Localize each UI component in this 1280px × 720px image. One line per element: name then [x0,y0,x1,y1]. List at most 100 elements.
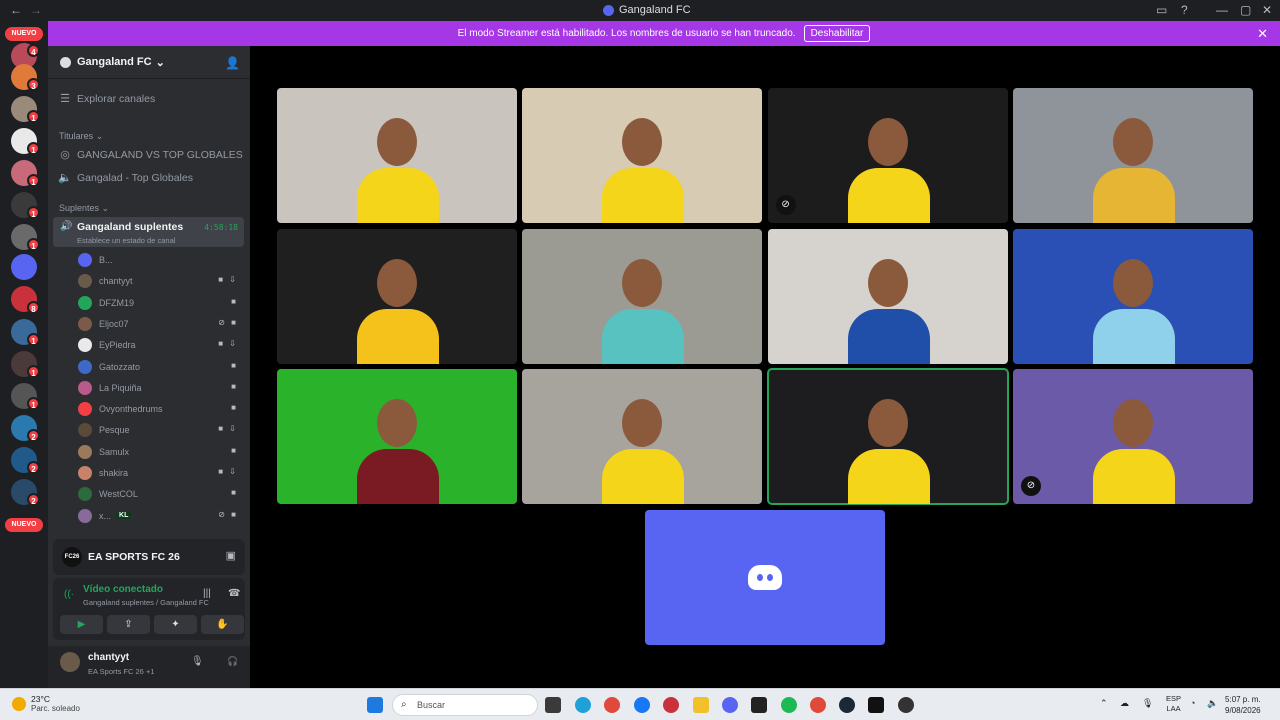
member-name: Ovyonthedrums [99,404,163,415]
member-name: Pesque [99,425,130,436]
spotify-icon[interactable] [781,697,797,713]
channel-label: Gangalad - Top Globales [77,171,193,184]
video-tile[interactable]: ⊘ [1012,369,1253,504]
voice-connection-panel: ((· Vídeo conectado Gangaland suplentes … [53,578,245,640]
voice-member[interactable]: Samulx ■ [78,442,244,462]
voice-member[interactable]: EyPiedra ■ ⇩ [78,335,244,355]
task-view-icon[interactable] [545,697,561,713]
chrome-icon[interactable] [604,697,620,713]
stream-game-icon[interactable]: ▣ [226,549,236,562]
voice-member[interactable]: Pesque ■ ⇩ [78,420,244,440]
channel-label: GANGALAND VS TOP GLOBALES [77,148,243,161]
weather-widget[interactable]: 23°C Parc. soleado [12,694,80,713]
voice-location[interactable]: Gangaland suplentes / Gangaland FC [83,598,209,607]
disconnect-icon[interactable]: ☎ [228,588,240,599]
member-status-icons: ■ ⇩ [218,339,238,349]
taskbar-clock[interactable]: 5:07 p. m. 9/08/2026 [1225,694,1261,716]
username[interactable]: chantyyt [88,652,129,663]
language-code: ESP [1166,694,1182,703]
wifi-icon[interactable]: ◔ [1190,698,1195,708]
video-tile[interactable]: ⊘ [767,88,1008,223]
voice-status[interactable]: Vídeo conectado [83,584,163,595]
close-window-button[interactable]: ✕ [1262,3,1272,17]
help-icon[interactable]: ? [1181,3,1188,17]
voice-member[interactable]: Gatozzato ■ [78,357,244,377]
avatar [78,466,92,480]
unread-badge: 3 [27,78,40,91]
camera-button[interactable]: ▶ [60,615,103,634]
clock-time: 5:07 p. m. [1225,695,1261,704]
forward-arrow-icon[interactable]: → [30,3,42,17]
volume-icon[interactable]: 🔈 [1207,698,1218,709]
microphone-icon[interactable]: 🎙 [191,656,204,667]
discord-server-icon[interactable] [11,254,37,280]
activities-button[interactable]: ✦ [154,615,197,634]
participant-body [1092,308,1175,364]
unread-badge: 1 [27,365,40,378]
voice-member[interactable]: B... [78,250,244,270]
video-tile[interactable] [1012,228,1253,364]
taskbar-search[interactable]: ⌕ Buscar [392,694,538,716]
video-tile[interactable] [767,228,1008,364]
video-tile[interactable] [766,368,1009,505]
facebook-icon[interactable] [634,697,650,713]
microphone-icon[interactable]: 🎙 [1142,698,1153,709]
language-indicator[interactable]: ESP LAA [1166,694,1181,714]
inbox-icon[interactable]: ▭ [1156,3,1167,17]
back-arrow-icon[interactable]: ← [10,3,22,17]
video-tile[interactable] [277,369,517,504]
participant-body [602,168,685,223]
voice-member[interactable]: shakira ■ ⇩ [78,463,244,483]
placeholder-video-tile[interactable] [645,510,885,645]
headset-icon[interactable]: 🎧 [227,656,238,667]
active-voice-channel[interactable]: 🔊 Gangaland suplentes 4:58:18 Establece … [53,217,244,247]
voice-member[interactable]: WestCOL ■ [78,484,244,504]
video-tile[interactable] [522,369,763,504]
soundboard-button[interactable]: ✋ [201,615,244,634]
edge-icon[interactable] [575,697,591,713]
weather-desc: Parc. soleado [31,704,80,713]
close-icon[interactable]: ✕ [1257,26,1268,42]
start-menu-icon[interactable] [367,697,383,713]
screen-share-button[interactable]: ⇪ [107,615,150,634]
voice-member[interactable]: chantyyt ■ ⇩ [78,271,244,291]
app-icon[interactable] [898,697,914,713]
participant-body [602,449,685,504]
member-status-icons: ■ [231,296,238,306]
app-icon[interactable] [751,697,767,713]
video-tile[interactable] [522,88,763,223]
app-icon[interactable] [663,697,679,713]
invite-icon[interactable]: 👤 [225,56,240,70]
ea-app-icon[interactable] [868,697,884,713]
voice-member[interactable]: DFZM19 ■ [78,293,244,313]
guild-header[interactable]: Gangaland FC ⌄ 👤 [48,46,250,79]
video-tile[interactable] [277,88,517,223]
video-tile[interactable] [522,228,763,364]
member-status-icons: ■ ⇩ [218,275,238,285]
file-explorer-icon[interactable] [693,697,709,713]
voice-member[interactable]: La Piquiña ■ [78,378,244,398]
steam-icon[interactable] [839,697,855,713]
avatar[interactable] [60,652,80,672]
chrome-icon[interactable] [810,697,826,713]
maximize-button[interactable]: ▢ [1240,3,1251,17]
category-suplentes[interactable]: Suplentes ⌄ [59,203,109,214]
voice-member[interactable]: x... KL ⊘ ■ [78,506,244,526]
keyboard-layout: LAA [1166,704,1181,713]
channel-item[interactable]: 🔈 Gangalad - Top Globales [58,171,193,185]
channel-item[interactable]: ◎ GANGALAND VS TOP GLOBALES [58,148,243,162]
explore-channels[interactable]: ☰ Explorar canales [58,92,155,106]
tray-chevron-icon[interactable]: ⌃ [1100,698,1108,709]
video-tile[interactable] [277,228,517,364]
tray-app-icon[interactable]: ☁ [1120,698,1129,709]
voice-member[interactable]: Eljoc07 ⊘ ■ [78,314,244,334]
minimize-button[interactable]: — [1216,3,1228,17]
category-label: Suplentes [59,203,100,213]
video-tile[interactable] [1012,88,1253,223]
voice-member[interactable]: Ovyonthedrums ■ [78,399,244,419]
noise-suppression-icon[interactable]: ||| [203,588,211,599]
disable-streamer-button[interactable]: Deshabilitar [803,25,871,42]
channel-status-prompt[interactable]: Establece un estado de canal [77,236,175,245]
category-titulares[interactable]: Titulares ⌄ [59,131,103,142]
discord-icon[interactable] [722,697,738,713]
